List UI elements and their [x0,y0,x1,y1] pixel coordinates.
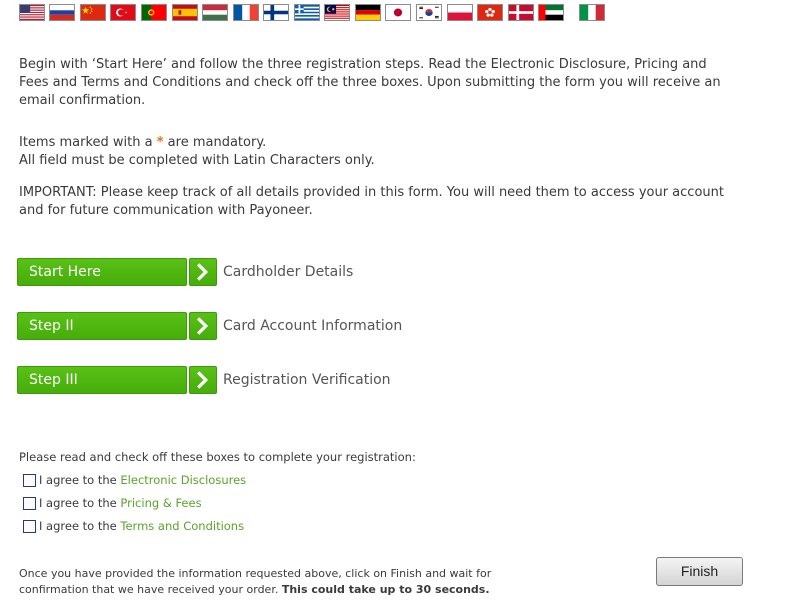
mandatory-note: Items marked with a * are mandatory. All… [19,134,719,170]
cn-flag-icon[interactable] [80,4,106,21]
mandatory-text-before: Items marked with a [19,135,157,150]
dk-flag-icon[interactable] [508,4,534,21]
chevron-right-icon[interactable] [189,258,217,286]
step-title-registration-verification: Registration Verification [223,372,391,388]
electronic-disclosures-link[interactable]: Electronic Disclosures [120,473,246,487]
step-ii-button[interactable]: Step II [17,312,187,340]
agree-prefix: I agree to the [39,496,121,510]
us-flag-icon[interactable] [19,4,45,21]
chevron-right-icon[interactable] [189,366,217,394]
finish-wait-time: This could take up to 30 seconds. [281,583,490,596]
agreements-heading: Please read and check off these boxes to… [19,450,416,464]
pricing-fees-checkbox[interactable] [23,497,36,510]
fi-flag-icon[interactable] [263,4,289,21]
pt-flag-icon[interactable] [141,4,167,21]
de-flag-icon[interactable] [355,4,381,21]
hk-flag-icon[interactable] [477,4,503,21]
important-note: IMPORTANT: Please keep track of all deta… [19,185,724,218]
latin-characters-note: All field must be completed with Latin C… [19,153,375,168]
agree-prefix: I agree to the [39,519,121,533]
terms-conditions-link[interactable]: Terms and Conditions [120,519,244,533]
ae-flag-icon[interactable] [538,4,564,21]
step-title-card-account-information: Card Account Information [223,318,403,334]
mandatory-text-after: are mandatory. [163,135,267,150]
step-title-cardholder-details: Cardholder Details [223,264,354,280]
kr-flag-icon[interactable] [416,4,442,21]
finish-instructions: Once you have provided the information r… [19,566,559,598]
gr-flag-icon[interactable] [294,4,320,21]
jp-flag-icon[interactable] [385,4,411,21]
intro-text: Begin with ‘Start Here’ and follow the t… [19,57,721,108]
start-here-button[interactable]: Start Here [17,258,187,286]
electronic-disclosures-checkbox[interactable] [23,474,36,487]
tr-flag-icon[interactable] [110,4,136,21]
pricing-fees-link[interactable]: Pricing & Fees [120,496,201,510]
chevron-right-icon[interactable] [189,312,217,340]
terms-conditions-checkbox[interactable] [23,520,36,533]
es-flag-icon[interactable] [172,4,198,21]
finish-button[interactable]: Finish [656,557,743,586]
pl-flag-icon[interactable] [447,4,473,21]
hu-flag-icon[interactable] [202,4,228,21]
fr-flag-icon[interactable] [233,4,259,21]
step-iii-button[interactable]: Step III [17,366,187,394]
ru-flag-icon[interactable] [49,4,75,21]
agree-prefix: I agree to the [39,473,121,487]
required-star: * [156,135,164,150]
my-flag-icon[interactable] [324,4,350,21]
it-flag-icon[interactable] [579,4,605,21]
